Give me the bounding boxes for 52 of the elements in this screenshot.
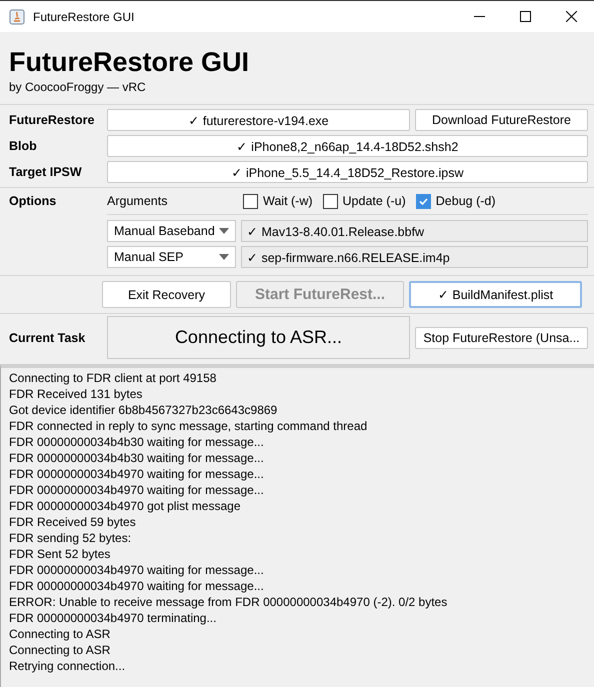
file-path-field: ✓ Mav13-8.40.01.Release.bbfw [241, 220, 588, 242]
log-line: FDR 00000000034b4970 waiting for message... [9, 578, 264, 594]
app-title: FutureRestore GUI [9, 46, 250, 78]
row-label: Target IPSW [9, 165, 83, 179]
log-line: FDR 00000000034b4970 got plist message [9, 498, 240, 514]
row-label: Blob [9, 139, 38, 153]
checkbox[interactable] [243, 194, 258, 208]
dropdown-arrow-icon[interactable] [219, 228, 229, 234]
task-status: Connecting to ASR... [107, 316, 410, 359]
close-icon[interactable] [566, 11, 576, 22]
mode-dropdown[interactable]: Manual Baseband [107, 220, 236, 242]
file-select-button[interactable]: ✓ iPhone_5.5_14.4_18D52_Restore.ipsw [107, 161, 588, 183]
action-button[interactable]: Exit Recovery [102, 281, 231, 308]
checkbox[interactable] [416, 194, 431, 208]
options-label: Options [9, 194, 58, 208]
log-line: FDR 00000000034b4970 terminating... [9, 610, 216, 626]
dropdown-arrow-icon[interactable] [219, 254, 229, 260]
app-icon [9, 8, 25, 24]
log-line: Connecting to ASR [9, 626, 110, 642]
log-line: FDR Received 59 bytes [9, 514, 136, 530]
log-line: FDR 00000000034b4970 waiting for message... [9, 482, 264, 498]
log-line: Retrying connection... [9, 658, 126, 674]
log-line: FDR 00000000034b4970 waiting for message... [9, 562, 264, 578]
row-label: FutureRestore [9, 113, 96, 127]
log-line: FDR 00000000034b4970 waiting for message... [9, 466, 264, 482]
window-title: FutureRestore GUI [33, 10, 136, 24]
arguments-label: Arguments [107, 194, 168, 208]
log-line: Got device identifier 6b8b4567327b23c6643c9869 [9, 402, 278, 418]
check-icon [418, 196, 429, 206]
log-line: FDR 00000000034b4b30 waiting for message... [9, 434, 264, 450]
log-line: FDR sending 52 bytes: [9, 530, 132, 546]
checkbox-label: Wait (-w) [263, 194, 313, 208]
log-line: FDR connected in reply to sync message, starting command thread [9, 418, 368, 434]
author-credit: by CoocooFroggy — vRC [9, 80, 147, 94]
log-line: FDR Sent 52 bytes [9, 546, 110, 562]
file-path-field: ✓ sep-firmware.n66.RELEASE.im4p [241, 246, 588, 268]
file-select-button[interactable]: ✓ futurerestore-v194.exe [107, 109, 410, 131]
log-line: Connecting to FDR client at port 49158 [9, 370, 216, 386]
mode-dropdown[interactable]: Manual SEP [107, 246, 236, 268]
maximize-icon[interactable] [520, 11, 530, 22]
checkbox-label: Debug (-d) [436, 194, 496, 208]
checkbox-label: Update (-u) [342, 194, 406, 208]
log-line: Connecting to ASR [9, 642, 110, 658]
stop-button[interactable]: Stop FutureRestore (Unsa... [415, 326, 588, 348]
checkbox[interactable] [322, 194, 338, 208]
action-button[interactable]: ✓ BuildManifest.plist [409, 281, 582, 308]
log-line: FDR 00000000034b4b30 waiting for message... [9, 450, 264, 466]
log-line: FDR Received 131 bytes [9, 386, 142, 402]
file-select-button[interactable]: ✓ iPhone8,2_n66ap_14.4-18D52.shsh2 [107, 135, 588, 157]
current-task-label: Current Task [9, 330, 86, 344]
log-line: ERROR: Unable to receive message from FDR 00000000034b4970 (-2). 0/2 bytes [9, 594, 448, 610]
download-button[interactable]: Download FutureRestore [415, 109, 588, 131]
